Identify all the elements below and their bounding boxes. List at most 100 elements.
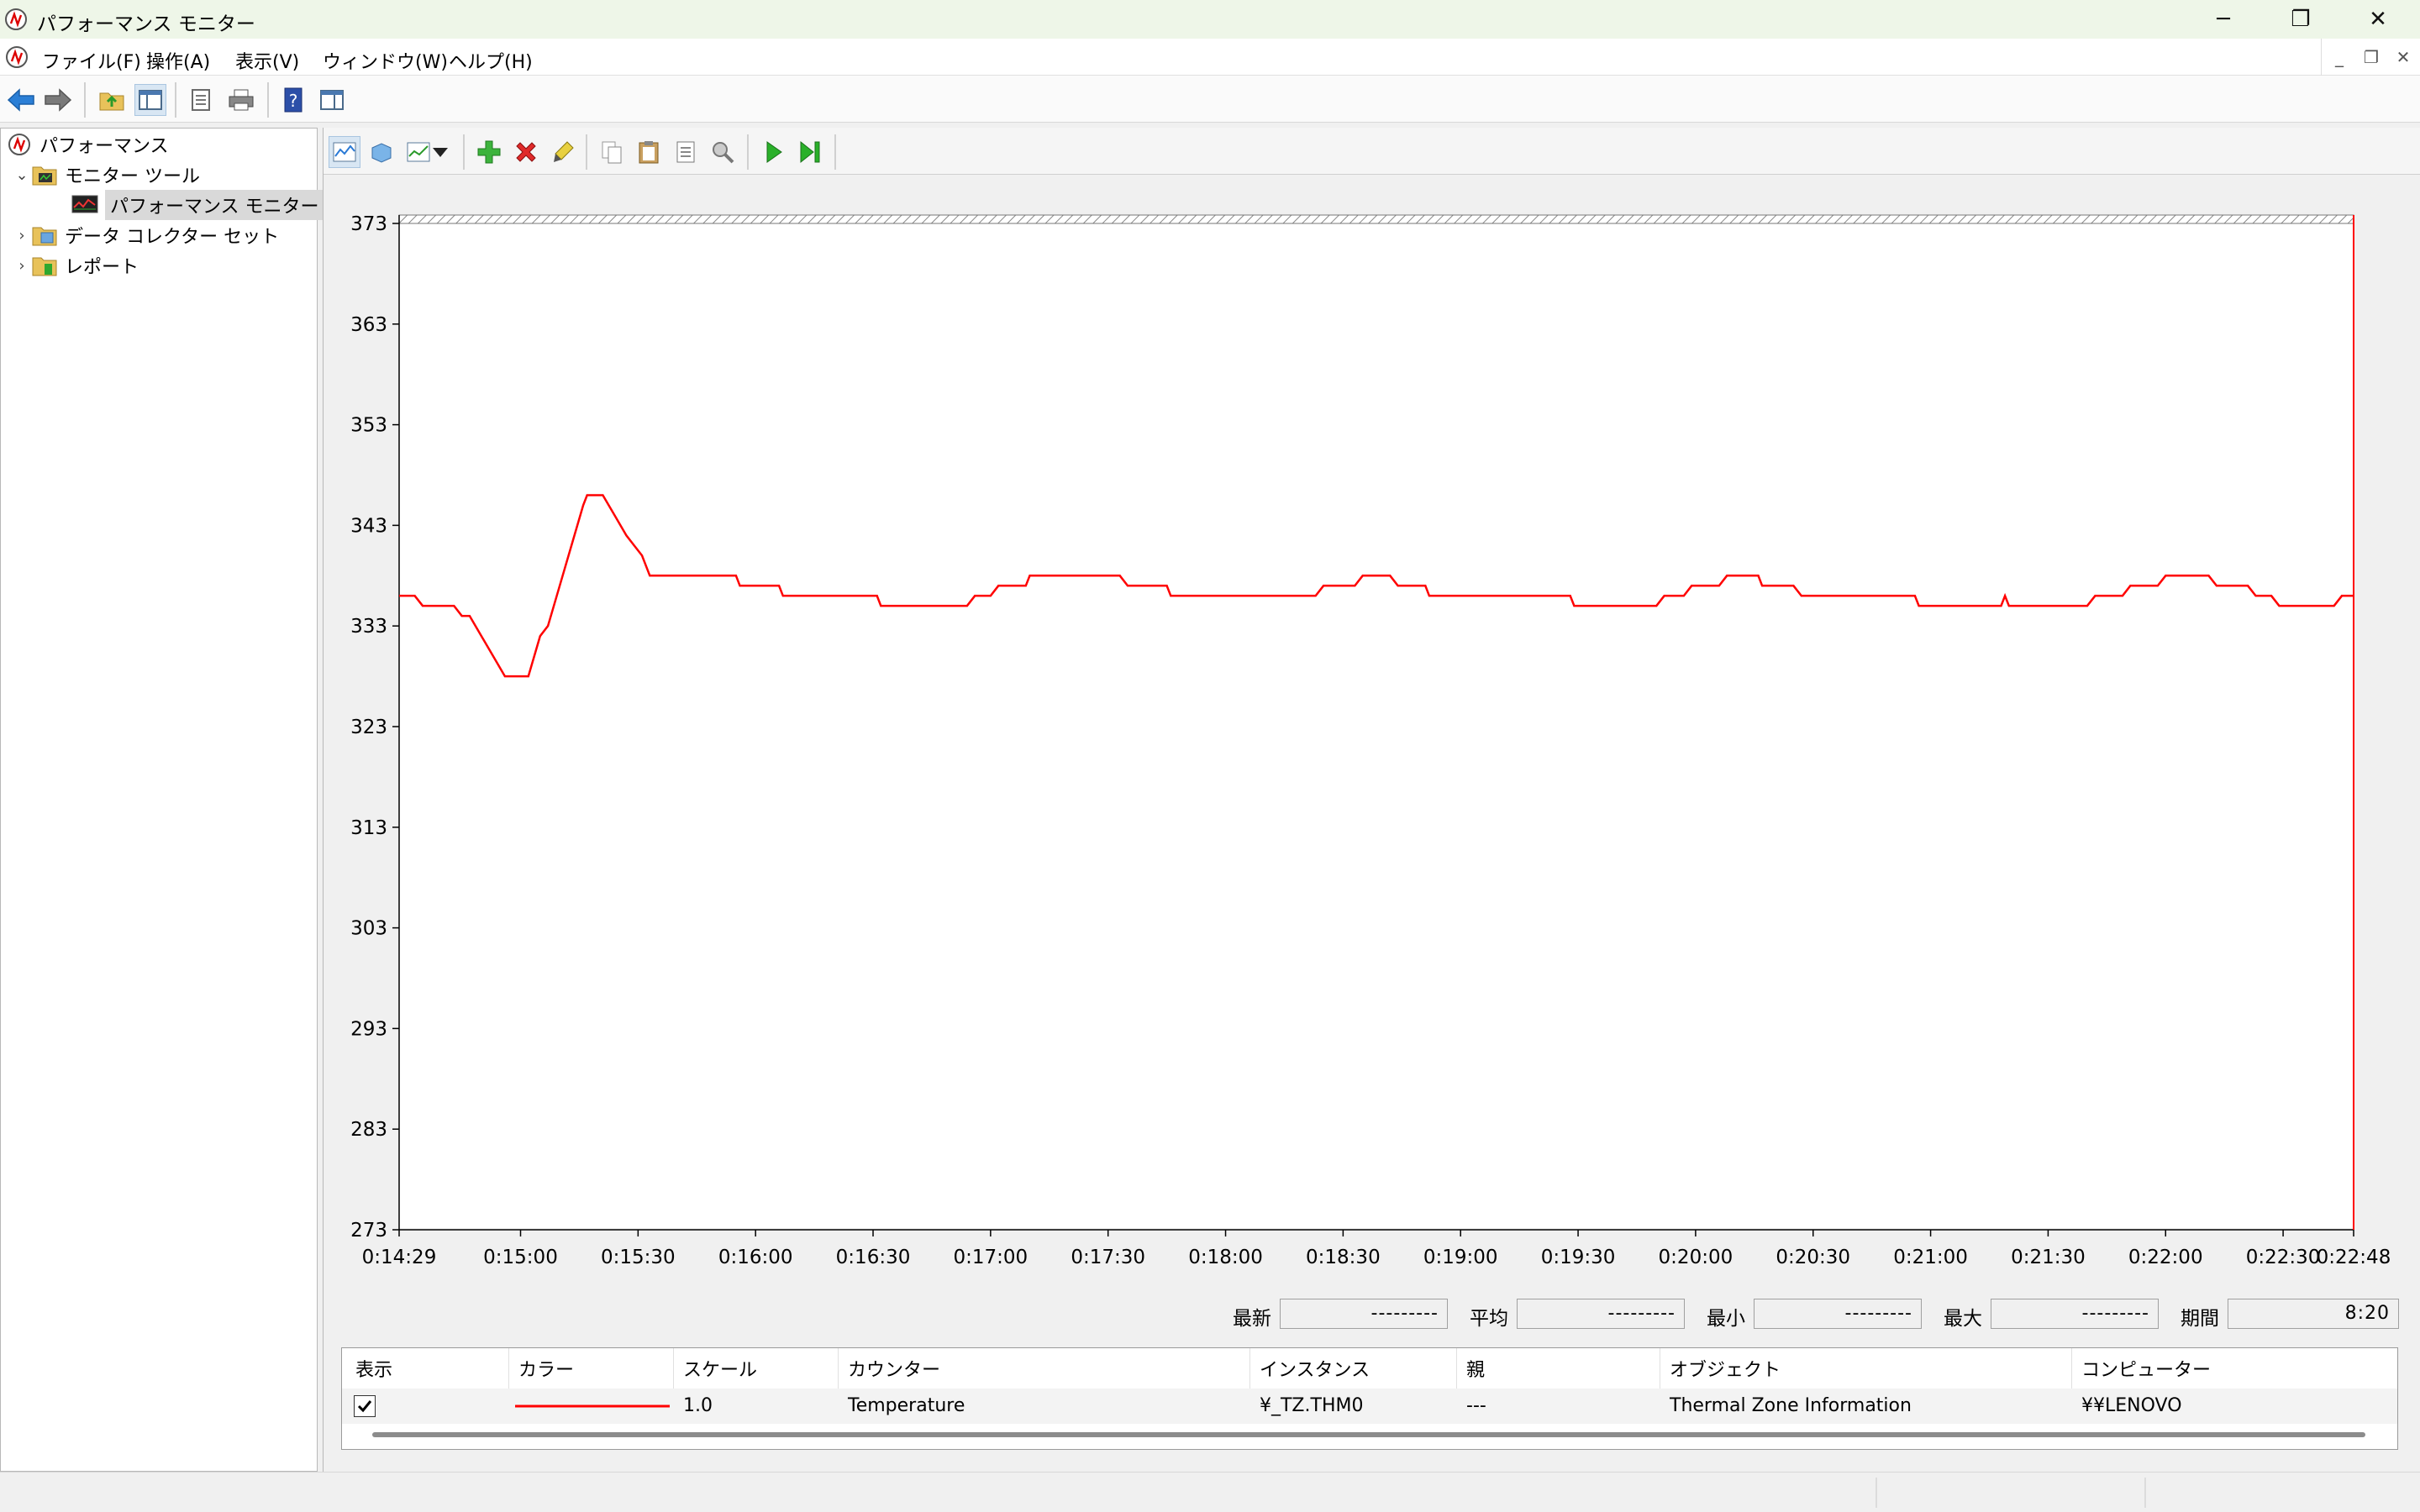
horizontal-scrollbar[interactable] (372, 1432, 2365, 1437)
column-header-counter[interactable]: カウンター (848, 1355, 940, 1382)
forward-button[interactable] (42, 84, 74, 116)
zoom-button[interactable] (707, 136, 739, 168)
delete-counter-button[interactable] (510, 136, 542, 168)
minimize-button[interactable]: ─ (2185, 0, 2262, 39)
menu-file[interactable]: ファイル(F) (42, 47, 141, 74)
stat-duration-label: 期間 (2181, 1308, 2219, 1330)
column-header-scale[interactable]: スケール (683, 1355, 757, 1382)
x-tick-label: 0:19:00 (1423, 1247, 1498, 1268)
view-log-data-button[interactable] (366, 136, 397, 168)
up-folder-button[interactable] (96, 84, 128, 116)
print-button[interactable] (225, 84, 257, 116)
column-header-color[interactable]: カラー (518, 1355, 574, 1382)
y-tick-label: 303 (350, 918, 387, 940)
cell-computer: ¥¥LENOVO (2081, 1395, 2182, 1416)
column-header-parent[interactable]: 親 (1466, 1355, 1485, 1382)
view-current-activity-button[interactable] (329, 136, 360, 168)
mdi-close-button[interactable]: ✕ (2390, 44, 2417, 71)
show-checkbox[interactable] (354, 1395, 376, 1417)
menu-action[interactable]: 操作(A) (146, 47, 210, 74)
x-tick-label: 0:14:29 (362, 1247, 437, 1268)
x-tick-label: 0:18:00 (1188, 1247, 1263, 1268)
stat-max-value: --------- (1991, 1299, 2159, 1329)
step-forward-icon (800, 140, 820, 164)
menu-help[interactable]: ヘルプ(H) (449, 47, 533, 74)
change-graph-type-button[interactable] (402, 136, 453, 168)
y-tick-label: 323 (350, 717, 387, 738)
status-bar-divider (2144, 1478, 2146, 1508)
x-tick-label: 0:16:00 (718, 1247, 793, 1268)
tree-label: パフォーマンス (39, 136, 169, 157)
x-tick-label: 0:21:30 (2011, 1247, 2086, 1268)
column-header-show[interactable]: 表示 (355, 1355, 392, 1382)
back-button[interactable] (5, 84, 37, 116)
x-tick-label: 0:19:30 (1541, 1247, 1616, 1268)
mdi-restore-button[interactable]: ❐ (2358, 44, 2385, 71)
column-divider (838, 1348, 839, 1389)
svg-text:?: ? (289, 91, 298, 111)
properties-button[interactable] (185, 84, 217, 116)
chevron-right-icon[interactable]: › (13, 227, 31, 244)
column-divider (2071, 1348, 2072, 1389)
status-bar-divider (1876, 1478, 1877, 1508)
y-tick-label: 293 (350, 1018, 387, 1040)
toolbar-separator (463, 134, 465, 170)
line-graph-area[interactable]: 373 363 353 343 333 323 313 303 293 283 273 0:14:2… (324, 175, 2420, 1435)
x-tick-label: 0:16:30 (836, 1247, 911, 1268)
x-tick-label: 0:22:30 (2246, 1247, 2321, 1268)
main-toolbar: ? (0, 76, 2420, 123)
status-bar (0, 1472, 2420, 1512)
show-hide-console-tree-button[interactable] (134, 84, 166, 116)
chevron-down-icon[interactable]: ⌄ (13, 166, 31, 184)
paste-counter-list-button[interactable] (633, 136, 665, 168)
tree-item-performance-monitor[interactable]: パフォーマンス モニター (71, 190, 324, 220)
series-color-swatch (515, 1404, 670, 1408)
restore-button[interactable]: ❐ (2262, 0, 2339, 39)
column-header-object[interactable]: オブジェクト (1670, 1355, 1781, 1382)
tree-item-reports[interactable]: › レポート (13, 251, 139, 280)
menu-window[interactable]: ウィンドウ(W) (323, 47, 448, 74)
menu-view[interactable]: 表示(V) (235, 47, 299, 74)
data-collector-folder-icon (31, 223, 58, 248)
tree-item-performance[interactable]: パフォーマンス (6, 130, 169, 159)
y-tick-label: 343 (350, 515, 387, 537)
copy-properties-button[interactable] (596, 136, 628, 168)
update-data-button[interactable] (794, 136, 826, 168)
column-divider (508, 1348, 509, 1389)
highlight-button[interactable] (547, 136, 579, 168)
tree-item-monitor-tools[interactable]: ⌄ モニター ツール (13, 160, 200, 189)
play-icon (766, 141, 782, 163)
help-button[interactable]: ? (277, 84, 309, 116)
plot-top-hatch (398, 214, 2354, 224)
x-tick-label: 0:20:30 (1776, 1247, 1850, 1268)
properties-icon (192, 89, 210, 111)
tree-item-data-collector-sets[interactable]: › データ コレクター セット (13, 221, 279, 249)
toolbar-separator (586, 134, 587, 170)
stat-avg-value: --------- (1517, 1299, 1685, 1329)
close-button[interactable]: ✕ (2339, 0, 2417, 39)
show-hide-action-pane-button[interactable] (316, 84, 348, 116)
restore-icon: ❐ (2291, 7, 2311, 32)
stat-max-label: 最大 (1944, 1308, 1982, 1330)
plot-background (399, 215, 2354, 1228)
magnifier-icon (713, 142, 734, 164)
system-menu-icon[interactable] (3, 44, 30, 71)
counter-list: 表示 カラー スケール カウンター インスタンス 親 オブジェクト コンピュータ… (341, 1347, 2398, 1450)
x-tick-label: 0:20:00 (1659, 1247, 1733, 1268)
tree-label: モニター ツール (65, 166, 200, 187)
x-tick-label: 0:15:00 (483, 1247, 558, 1268)
add-counter-button[interactable] (473, 136, 505, 168)
column-header-instance[interactable]: インスタンス (1260, 1355, 1370, 1382)
y-axis: 373 363 353 343 333 323 313 303 293 283 273 (350, 213, 399, 1242)
window-title: パフォーマンス モニター (37, 13, 255, 35)
mdi-minimize-button[interactable]: _ (2326, 44, 2353, 71)
toolbar-separator (84, 82, 86, 118)
chevron-right-icon[interactable]: › (13, 257, 31, 275)
graph-properties-button[interactable] (670, 136, 702, 168)
stat-avg-label: 平均 (1470, 1308, 1508, 1330)
column-header-computer[interactable]: コンピューター (2081, 1355, 2211, 1382)
graph-view-icon (333, 142, 356, 162)
column-divider (673, 1348, 674, 1389)
unfreeze-display-button[interactable] (757, 136, 789, 168)
back-arrow-icon (7, 88, 34, 112)
